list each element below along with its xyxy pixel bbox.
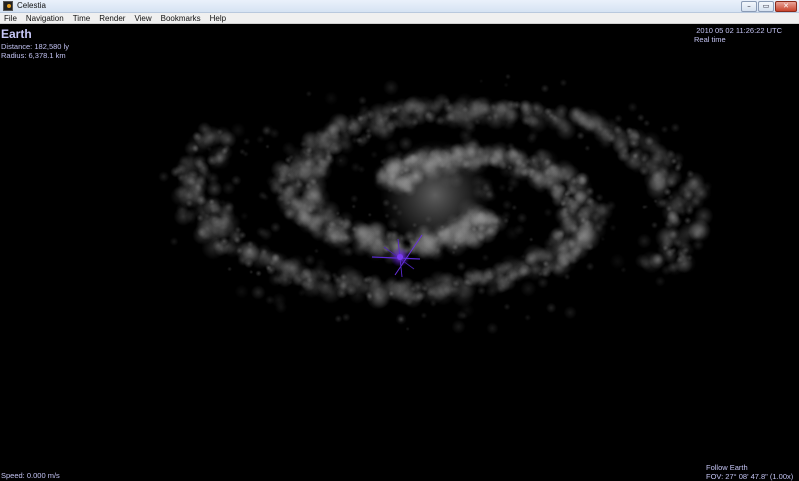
title-bar[interactable]: Celestia – ▭ ✕ — [0, 0, 799, 13]
selected-object-name: Earth — [1, 27, 32, 41]
fov-readout: FOV: 27° 08' 47.8" (1.00x) — [706, 472, 794, 481]
3d-viewport[interactable]: Earth Distance: 182,580 ly Radius: 6,378… — [0, 25, 799, 481]
menu-view[interactable]: View — [134, 13, 151, 24]
window-title: Celestia — [17, 1, 46, 10]
distance-readout: Distance: 182,580 ly — [1, 42, 69, 51]
menu-help[interactable]: Help — [210, 13, 226, 24]
maximize-button[interactable]: ▭ — [758, 1, 774, 12]
time-mode-readout: Real time — [694, 35, 726, 44]
follow-mode-readout: Follow Earth — [706, 463, 748, 472]
galaxy-scene — [158, 73, 714, 335]
milky-way-galaxy — [158, 73, 714, 335]
minimize-button[interactable]: – — [741, 1, 757, 12]
datetime-readout: 2010 05 02 11:26:22 UTC — [696, 26, 782, 35]
radius-readout: Radius: 6,378.1 km — [1, 51, 66, 60]
window-controls: – ▭ ✕ — [741, 1, 797, 12]
menu-bar: File Navigation Time Render View Bookmar… — [0, 13, 799, 24]
celestia-app-icon[interactable] — [3, 1, 13, 11]
close-button[interactable]: ✕ — [775, 1, 797, 12]
menu-render[interactable]: Render — [99, 13, 125, 24]
menu-file[interactable]: File — [4, 13, 17, 24]
menu-time[interactable]: Time — [73, 13, 90, 24]
speed-readout: Speed: 0.000 m/s — [1, 471, 60, 480]
menu-navigation[interactable]: Navigation — [26, 13, 64, 24]
celestia-window: Celestia – ▭ ✕ File Navigation Time Rend… — [0, 0, 799, 481]
menu-bookmarks[interactable]: Bookmarks — [161, 13, 201, 24]
